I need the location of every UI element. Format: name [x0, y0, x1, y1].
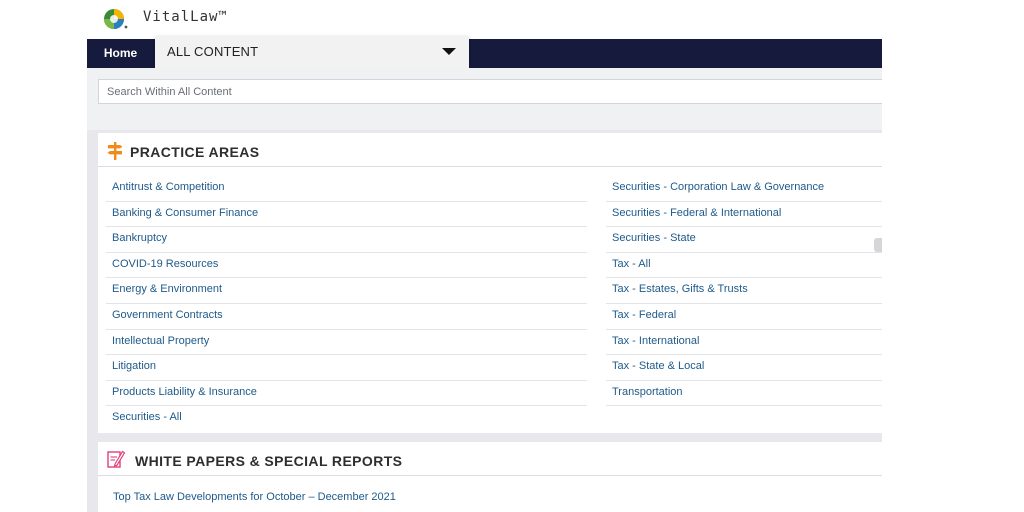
header: VitalLaw™	[87, 0, 882, 39]
vitallaw-logo-icon[interactable]	[103, 7, 128, 31]
practice-area-link[interactable]: Securities - Corporation Law & Governanc…	[606, 176, 882, 202]
home-tab[interactable]: Home	[87, 39, 154, 68]
main-nav: Home ALL CONTENT	[87, 36, 882, 68]
practice-area-link[interactable]: Antitrust & Competition	[106, 176, 587, 202]
dropdown-selected-value: ALL CONTENT	[167, 44, 259, 59]
white-papers-panel: WHITE PAPERS & SPECIAL REPORTS Top Tax L…	[98, 442, 882, 512]
practice-areas-right-column: Securities - Corporation Law & Governanc…	[606, 176, 882, 407]
practice-area-link[interactable]: Tax - Federal	[606, 304, 882, 330]
practice-area-link[interactable]: COVID-19 Resources	[106, 253, 587, 279]
content-area: PRACTICE AREAS Antitrust & Competition B…	[87, 130, 882, 512]
practice-area-link[interactable]: Products Liability & Insurance	[106, 381, 587, 407]
app-window: VitalLaw™ Home ALL CONTENT PRACTICE AREA…	[87, 0, 882, 512]
practice-area-link[interactable]: Tax - State & Local	[606, 355, 882, 381]
scrollbar-handle[interactable]	[874, 238, 882, 252]
content-type-dropdown[interactable]: ALL CONTENT	[155, 36, 469, 68]
practice-area-link[interactable]: Tax - All	[606, 253, 882, 279]
practice-area-link[interactable]: Securities - All	[106, 406, 587, 432]
practice-area-link[interactable]: Tax - Estates, Gifts & Trusts	[606, 278, 882, 304]
panel-header: WHITE PAPERS & SPECIAL REPORTS	[98, 442, 882, 476]
search-area	[87, 68, 882, 130]
practice-areas-title: PRACTICE AREAS	[130, 144, 260, 160]
practice-area-link[interactable]: Tax - International	[606, 330, 882, 356]
practice-area-link[interactable]: Securities - State	[606, 227, 882, 253]
chevron-down-icon	[442, 48, 456, 55]
signpost-icon	[107, 142, 123, 160]
white-papers-title: WHITE PAPERS & SPECIAL REPORTS	[135, 453, 403, 469]
practice-areas-left-column: Antitrust & Competition Banking & Consum…	[106, 176, 587, 432]
white-paper-link[interactable]: Top Tax Law Developments for October – D…	[113, 491, 396, 503]
practice-area-link[interactable]: Transportation	[606, 381, 882, 407]
practice-areas-panel: PRACTICE AREAS Antitrust & Competition B…	[98, 133, 882, 433]
document-edit-icon	[107, 450, 125, 468]
practice-area-link[interactable]: Securities - Federal & International	[606, 202, 882, 228]
panel-header: PRACTICE AREAS	[98, 133, 882, 167]
brand-name: VitalLaw™	[143, 9, 228, 25]
search-input[interactable]	[98, 79, 882, 104]
practice-area-link[interactable]: Litigation	[106, 355, 587, 381]
practice-area-link[interactable]: Energy & Environment	[106, 278, 587, 304]
practice-area-link[interactable]: Government Contracts	[106, 304, 587, 330]
practice-area-link[interactable]: Bankruptcy	[106, 227, 587, 253]
practice-area-link[interactable]: Intellectual Property	[106, 330, 587, 356]
practice-area-link[interactable]: Banking & Consumer Finance	[106, 202, 587, 228]
